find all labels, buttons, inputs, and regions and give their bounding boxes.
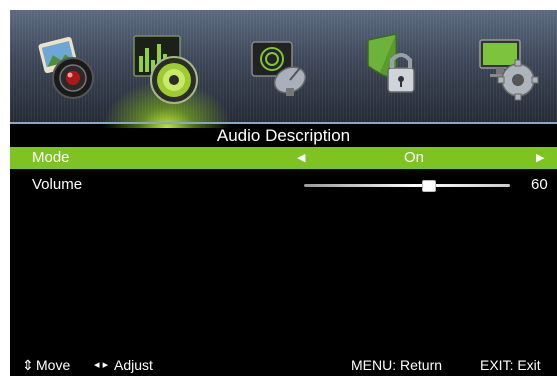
volume-slider-track[interactable]: [304, 184, 510, 187]
page-title: Audio Description: [216, 126, 351, 145]
tv-osd-menu: Audio Description Mode ◀ On ▶ Volume 60 …: [10, 10, 557, 376]
left-arrow-icon[interactable]: ◀: [297, 147, 305, 169]
sound-category-icon[interactable]: [128, 30, 206, 108]
exit-hint: EXIT: Exit: [480, 357, 541, 373]
move-hint-label: Move: [36, 357, 71, 373]
volume-slider-handle[interactable]: [421, 180, 436, 192]
menu-item-volume[interactable]: Volume 60: [10, 174, 557, 196]
volume-value: 60: [531, 176, 548, 193]
category-bar: [10, 10, 557, 128]
menu-item-mode[interactable]: Mode ◀ On ▶: [10, 147, 557, 169]
mode-value: On: [404, 149, 425, 166]
menu-return-hint: MENU: Return: [351, 357, 443, 373]
adjust-icon: ◂ ▸: [94, 359, 109, 371]
move-icon: ⇕: [22, 357, 34, 373]
picture-category-icon[interactable]: [27, 30, 105, 108]
setup-category-icon[interactable]: [470, 30, 548, 108]
header-divider: [10, 122, 557, 124]
channel-category-icon[interactable]: [242, 30, 320, 108]
menu-item-label: Volume: [32, 176, 83, 193]
footer-hints: ⇕ Move ◂ ▸ Adjust MENU: Return EXIT: Exi…: [10, 354, 557, 376]
adjust-hint-label: Adjust: [114, 357, 153, 373]
right-arrow-icon[interactable]: ▶: [536, 147, 544, 169]
lock-category-icon[interactable]: [356, 30, 434, 108]
menu-item-label: Mode: [32, 149, 70, 166]
